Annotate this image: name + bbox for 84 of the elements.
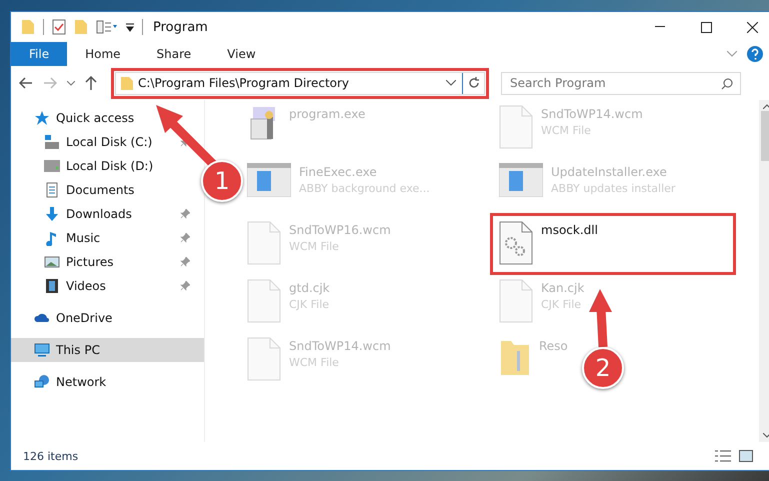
sidebar-item[interactable]: Network [11,370,204,394]
ribbon-tab[interactable]: File [11,42,68,66]
search-field[interactable]: Search Program [501,72,741,94]
sidebar-item-label: This PC [56,343,101,357]
close-icon [746,22,758,32]
sidebar-item-label: Music [66,231,102,245]
file-name: msock.dll [541,223,598,237]
arrow [589,289,612,348]
sidebar-item[interactable]: Downloads [11,202,204,226]
search-icon [721,78,733,90]
window-icon [499,163,543,197]
chevron-up-icon[interactable] [763,104,769,109]
window-icon [247,163,291,197]
pin-icon [180,233,190,243]
file-name: Kan.cjk [541,281,584,295]
sidebar-item-label: Documents [66,183,136,197]
folder-icon [120,76,134,90]
file-name: SndToWP16.wcm [289,223,391,237]
file-name: SndToWP14.wcm [289,339,391,353]
picture-icon [44,254,60,270]
item-count: 126 items [23,450,78,462]
sidebar-item[interactable]: Documents [11,178,204,202]
sidebar-item-label: Local Disk (C:) [66,135,154,149]
file-name: gtd.cjk [289,281,330,295]
chevron-down-icon[interactable] [763,433,769,438]
file-item[interactable]: msock.dll [495,218,731,270]
sidebar-item[interactable]: This PC [11,338,204,362]
pin-icon [180,257,190,267]
sidebar-item[interactable]: OneDrive [11,306,204,330]
sidebar-item-label: Downloads [66,207,133,221]
properties-icon[interactable] [52,19,66,35]
blank-file-icon [499,105,533,149]
sidebar-item-label: Pictures [66,255,115,269]
sidebar-item[interactable]: Local Disk (D:) [11,154,204,178]
sidebar-item-label: OneDrive [56,311,114,325]
sidebar-item[interactable]: Local Disk (C:) [11,130,204,154]
back-arrow-icon[interactable] [19,77,33,89]
drive-icon [44,158,60,174]
network-icon [34,374,50,390]
star-icon [34,110,50,126]
callout-number: 1 [201,160,243,202]
folder-icon [21,19,35,35]
maximize-icon [700,22,712,32]
blank-file-icon [247,337,281,381]
file-name: program.exe [289,107,366,121]
document-icon [44,182,60,198]
sidebar-item[interactable]: Quick access [11,106,204,130]
sidebar-item-label: Videos [66,279,107,293]
ribbon-tab[interactable]: Share [138,42,210,66]
file-name: Reso [539,339,568,353]
up-arrow-icon[interactable] [85,76,97,90]
drive-icon [44,134,60,150]
window-title: Program [153,20,208,34]
address-path: C:\Program Files\Program Directory [137,76,350,90]
help-icon[interactable] [747,46,763,62]
sidebar-item[interactable]: Music [11,226,204,250]
blank-file-icon [499,279,533,323]
sidebar-item-label: Local Disk (D:) [66,159,154,173]
callout-number: 2 [582,347,624,389]
gear-file-icon [499,221,533,265]
sidebar-item[interactable]: Pictures [11,250,204,274]
chevron-down-icon[interactable] [446,80,456,86]
sidebar-item-label: Quick access [56,111,136,125]
minimize-icon [655,26,665,28]
sidebar-item[interactable]: Videos [11,274,204,298]
sidebar-item-label: Network [56,375,108,389]
computer-icon [34,342,50,358]
refresh-icon [468,77,480,89]
details-view-icon[interactable] [715,450,731,462]
dropdown-icon[interactable] [126,22,134,32]
large-icons-view-icon[interactable] [739,450,753,462]
ribbon-tab[interactable]: Home [67,42,139,66]
customize-icon[interactable] [96,20,118,34]
blank-file-icon [247,279,281,323]
chevron-down-icon[interactable] [67,80,75,86]
file-name: UpdateInstaller.exe [551,165,668,179]
film-icon [44,278,60,294]
ribbon-tab[interactable]: View [209,42,274,66]
file-name: FineExec.exe [299,165,378,179]
file-name: SndToWP14.wcm [541,107,643,121]
blank-file-icon [247,221,281,265]
pin-icon [180,209,190,219]
pin-icon [180,281,190,291]
down-arrow-icon [44,206,60,222]
